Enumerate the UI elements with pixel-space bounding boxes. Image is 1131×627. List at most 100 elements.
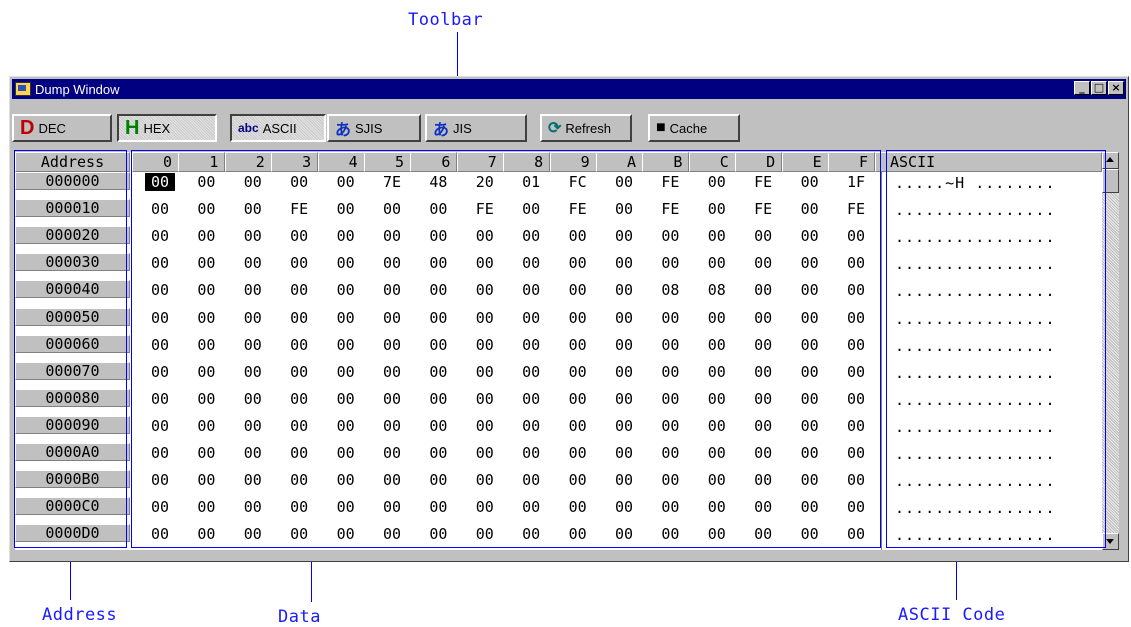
byte-cell[interactable]: FC <box>563 173 593 191</box>
byte-cell[interactable]: 00 <box>377 309 407 327</box>
ascii-button[interactable]: abc ASCII <box>230 114 326 142</box>
refresh-button[interactable]: ⟳ Refresh <box>540 114 632 142</box>
byte-cell[interactable]: 00 <box>238 444 268 462</box>
jis-button[interactable]: あ JIS <box>425 114 527 142</box>
vertical-scrollbar[interactable] <box>1102 152 1119 550</box>
byte-cell[interactable]: 00 <box>702 200 732 218</box>
byte-cell[interactable]: 00 <box>238 281 268 299</box>
ascii-cell[interactable]: ................ <box>895 364 1056 382</box>
byte-cell[interactable]: 1F <box>841 173 871 191</box>
byte-cell[interactable]: 00 <box>563 227 593 245</box>
byte-cell[interactable]: 00 <box>331 390 361 408</box>
byte-cell[interactable]: 00 <box>609 281 639 299</box>
byte-cell[interactable]: 00 <box>563 498 593 516</box>
byte-cell[interactable]: 00 <box>470 498 500 516</box>
byte-cell[interactable]: 00 <box>563 336 593 354</box>
byte-cell[interactable]: 00 <box>145 498 175 516</box>
byte-cell[interactable]: 00 <box>377 390 407 408</box>
byte-cell[interactable]: 00 <box>377 254 407 272</box>
byte-cell[interactable]: 00 <box>423 417 453 435</box>
byte-cell[interactable]: 00 <box>284 336 314 354</box>
byte-cell[interactable]: 00 <box>377 363 407 381</box>
byte-cell[interactable]: 00 <box>284 309 314 327</box>
cache-button[interactable]: ■ Cache <box>648 114 740 142</box>
byte-cell[interactable]: 00 <box>191 363 221 381</box>
byte-cell[interactable]: 00 <box>423 363 453 381</box>
byte-cell[interactable]: 00 <box>795 363 825 381</box>
byte-cell[interactable]: 00 <box>748 471 778 489</box>
byte-cell[interactable]: 00 <box>748 281 778 299</box>
byte-cell[interactable]: 00 <box>795 309 825 327</box>
byte-cell[interactable]: 00 <box>563 281 593 299</box>
byte-cell[interactable]: 00 <box>516 254 546 272</box>
byte-cell[interactable]: 00 <box>563 309 593 327</box>
byte-cell[interactable]: 00 <box>516 281 546 299</box>
byte-cell[interactable]: 00 <box>331 173 361 191</box>
ascii-cell[interactable]: .....~H ........ <box>895 174 1056 192</box>
byte-cell[interactable]: 00 <box>191 336 221 354</box>
byte-cell[interactable]: 00 <box>702 417 732 435</box>
byte-cell[interactable]: 00 <box>748 309 778 327</box>
byte-cell[interactable]: 00 <box>655 227 685 245</box>
byte-cell[interactable]: 08 <box>702 281 732 299</box>
byte-cell[interactable]: 00 <box>377 471 407 489</box>
byte-cell[interactable]: 00 <box>238 498 268 516</box>
byte-cell[interactable]: 00 <box>516 525 546 543</box>
byte-cell[interactable]: 00 <box>238 525 268 543</box>
byte-cell[interactable]: 00 <box>145 281 175 299</box>
byte-cell[interactable]: 00 <box>331 417 361 435</box>
byte-cell[interactable]: 00 <box>145 200 175 218</box>
byte-cell[interactable]: 00 <box>516 444 546 462</box>
byte-cell[interactable]: 00 <box>284 498 314 516</box>
byte-cell[interactable]: 00 <box>470 525 500 543</box>
byte-cell[interactable]: 00 <box>841 498 871 516</box>
byte-cell[interactable]: 00 <box>284 444 314 462</box>
byte-cell[interactable]: 00 <box>609 173 639 191</box>
byte-cell[interactable]: 00 <box>191 444 221 462</box>
byte-cell[interactable]: 00 <box>563 471 593 489</box>
byte-cell[interactable]: 00 <box>145 336 175 354</box>
byte-cell[interactable]: 00 <box>470 471 500 489</box>
byte-cell[interactable]: 00 <box>748 417 778 435</box>
byte-cell[interactable]: 00 <box>238 417 268 435</box>
byte-cell[interactable]: 00 <box>145 363 175 381</box>
byte-cell[interactable]: 08 <box>655 281 685 299</box>
byte-cell[interactable]: FE <box>841 200 871 218</box>
byte-cell[interactable]: 00 <box>377 336 407 354</box>
byte-cell[interactable]: 00 <box>516 363 546 381</box>
byte-cell[interactable]: 00 <box>609 498 639 516</box>
byte-cell[interactable]: 00 <box>841 417 871 435</box>
byte-cell[interactable]: 00 <box>377 444 407 462</box>
byte-cell[interactable]: 00 <box>655 309 685 327</box>
byte-cell[interactable]: 00 <box>516 200 546 218</box>
byte-cell[interactable]: 00 <box>609 471 639 489</box>
byte-cell[interactable]: 00 <box>191 309 221 327</box>
byte-cell[interactable]: 00 <box>423 390 453 408</box>
byte-cell[interactable]: 00 <box>748 525 778 543</box>
byte-cell[interactable]: 00 <box>331 200 361 218</box>
byte-cell[interactable]: 00 <box>609 200 639 218</box>
byte-cell[interactable]: 00 <box>841 309 871 327</box>
byte-cell[interactable]: 00 <box>702 390 732 408</box>
byte-cell[interactable]: 00 <box>377 498 407 516</box>
byte-cell[interactable]: 00 <box>795 336 825 354</box>
byte-cell[interactable]: 20 <box>470 173 500 191</box>
byte-cell[interactable]: 00 <box>655 363 685 381</box>
byte-cell[interactable]: 00 <box>423 309 453 327</box>
ascii-cell[interactable]: ................ <box>895 310 1056 328</box>
byte-cell[interactable]: 00 <box>284 525 314 543</box>
byte-cell[interactable]: 00 <box>609 227 639 245</box>
byte-cell[interactable]: 00 <box>145 417 175 435</box>
byte-cell[interactable]: 00 <box>470 281 500 299</box>
byte-cell[interactable]: 00 <box>331 281 361 299</box>
byte-cell[interactable]: 00 <box>841 336 871 354</box>
byte-cell[interactable]: FE <box>655 173 685 191</box>
byte-cell[interactable]: 00 <box>377 200 407 218</box>
byte-cell[interactable]: 00 <box>702 444 732 462</box>
title-bar[interactable]: Dump Window _ □ × <box>12 79 1126 99</box>
byte-cell[interactable]: 00 <box>655 390 685 408</box>
byte-cell[interactable]: 00 <box>238 254 268 272</box>
byte-cell[interactable]: 00 <box>795 417 825 435</box>
byte-cell[interactable]: 00 <box>423 525 453 543</box>
byte-cell[interactable]: 00 <box>516 227 546 245</box>
